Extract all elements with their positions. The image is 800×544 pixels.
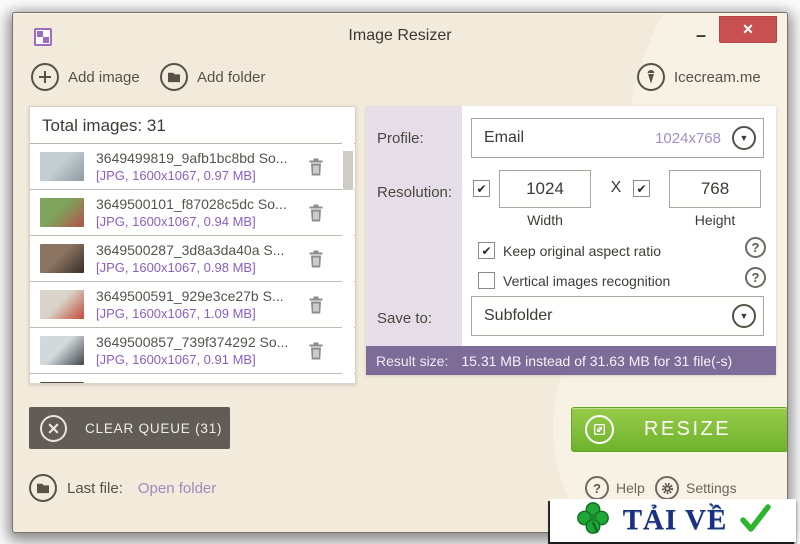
add-image-label: Add image (68, 68, 140, 86)
image-thumbnail (40, 198, 84, 227)
watermark-text: TẢI VỀ (622, 504, 728, 536)
image-thumbnail (40, 336, 84, 365)
clover-icon (575, 500, 611, 541)
profile-size: 1024x768 (655, 129, 721, 147)
plus-icon (31, 63, 59, 91)
result-size-bar: Result size: 15.31 MB instead of 31.63 M… (366, 346, 776, 375)
save-to-label: Save to: (377, 310, 433, 327)
height-input[interactable] (669, 170, 761, 208)
queue-scrollbar[interactable] (342, 140, 354, 382)
profile-label: Profile: (377, 130, 424, 147)
trash-icon[interactable] (307, 157, 325, 177)
width-label: Width (527, 212, 563, 228)
minimize-button[interactable]: – (694, 26, 708, 44)
queue-list-item: 3649500857_739f374292 So... [JPG, 1600x1… (30, 328, 355, 374)
result-size-label: Result size: (376, 352, 449, 369)
image-fileinfo: [JPG, 1600x1067, 0.94 MB] (96, 214, 256, 229)
image-text-block: 3649500591_929e3ce27b S... [JPG, 1600x10… (96, 288, 307, 321)
image-thumbnail (40, 382, 84, 383)
image-filename: 3649500591_929e3ce27b S... (96, 288, 284, 304)
queue-list-item: 3649499819_9afb1bc8bd So... [JPG, 1600x1… (30, 144, 355, 190)
last-file-row: Last file: Open folder (29, 474, 216, 502)
dimension-separator: X (610, 179, 622, 196)
total-images-header: Total images: 31 (42, 116, 166, 135)
add-folder-button[interactable]: Add folder (160, 61, 265, 93)
folder-icon (29, 474, 57, 502)
trash-icon[interactable] (307, 249, 325, 269)
gear-icon (655, 476, 679, 500)
width-enable-checkbox[interactable]: ✔ (473, 180, 490, 197)
image-queue-list: 3649499819_9afb1bc8bd So... [JPG, 1600x1… (30, 143, 355, 383)
help-label: Help (616, 480, 645, 496)
clear-queue-label: CLEAR QUEUE (31) (85, 420, 223, 436)
profile-dropdown[interactable]: Email 1024x768 ▼ (471, 118, 764, 158)
vertical-recognition-checkbox[interactable] (478, 272, 495, 289)
image-filename: 3649500287_3d8a3da40a S... (96, 242, 285, 258)
checkmark-icon (739, 504, 772, 537)
height-label: Height (694, 212, 736, 228)
queue-list-item: 3649500591_929e3ce27b S... [JPG, 1600x10… (30, 282, 355, 328)
settings-button[interactable]: Settings (655, 476, 737, 500)
image-fileinfo: [JPG, 1600x1067, 1.09 MB] (96, 306, 256, 321)
image-filename: 3649500857_739f374292 So... (96, 334, 289, 350)
last-file-label: Last file: (67, 479, 123, 497)
image-thumbnail (40, 152, 84, 181)
brand-label: Icecream.me (674, 68, 761, 86)
chevron-down-icon: ▼ (732, 126, 756, 150)
download-watermark[interactable]: TẢI VỀ (550, 499, 796, 542)
image-text-block: 3649500857_739f374292 So... [JPG, 1600x1… (96, 334, 307, 367)
queue-list-item: 3649500101_f87028c5dc So... [JPG, 1600x1… (30, 190, 355, 236)
profile-value: Email (484, 129, 525, 146)
resolution-label: Resolution: (377, 184, 453, 201)
folder-icon (160, 63, 188, 91)
add-image-button[interactable]: Add image (31, 61, 140, 93)
keep-aspect-checkbox[interactable]: ✔ (478, 242, 495, 259)
scrollbar-thumb[interactable] (343, 151, 353, 190)
chevron-down-icon: ▼ (732, 304, 756, 328)
resize-label: RESIZE (643, 418, 732, 440)
vertical-recognition-label: Vertical images recognition (503, 273, 671, 289)
image-fileinfo: [JPG, 1600x1067, 0.91 MB] (96, 352, 256, 367)
open-folder-link[interactable]: Open folder (138, 480, 216, 497)
image-filename: 3649500101_f87028c5dc So... (96, 196, 287, 212)
trash-icon[interactable] (307, 341, 325, 361)
close-button[interactable]: ✕ (719, 16, 777, 43)
window-title: Image Resizer (348, 27, 452, 44)
x-circle-icon (40, 414, 67, 442)
clear-queue-button[interactable]: CLEAR QUEUE (31) (29, 407, 230, 449)
resize-icon (585, 415, 614, 444)
image-queue-panel: Total images: 31 3649499819_9afb1bc8bd S… (29, 106, 356, 384)
height-enable-checkbox[interactable]: ✔ (633, 180, 650, 197)
trash-icon[interactable] (307, 203, 325, 223)
save-to-dropdown[interactable]: Subfolder ▼ (471, 296, 764, 336)
trash-icon[interactable] (307, 295, 325, 315)
settings-controls: Email 1024x768 ▼ ✔ X ✔ Width Height ✔ Ke… (462, 106, 776, 346)
help-question-icon[interactable]: ? (745, 237, 766, 258)
question-icon: ? (585, 476, 609, 500)
save-to-value: Subfolder (484, 307, 553, 324)
app-window: Image Resizer – ✕ Add image Add folder I… (12, 12, 788, 533)
image-thumbnail (40, 290, 84, 319)
keep-aspect-label: Keep original aspect ratio (503, 243, 661, 259)
image-text-block: 3649500287_3d8a3da40a S... [JPG, 1600x10… (96, 242, 307, 275)
settings-label: Settings (686, 480, 737, 496)
brand-link[interactable]: Icecream.me (637, 61, 761, 93)
image-fileinfo: [JPG, 1600x1067, 0.98 MB] (96, 260, 256, 275)
resize-settings-panel: Profile: Resolution: Save to: Email 1024… (366, 106, 776, 375)
image-text-block: 3649500101_f87028c5dc So... [JPG, 1600x1… (96, 196, 307, 229)
queue-list-item: 3649500287_3d8a3da40a S... [JPG, 1600x10… (30, 236, 355, 282)
image-filename: 3649499819_9afb1bc8bd So... (96, 150, 288, 166)
help-question-icon[interactable]: ? (745, 267, 766, 288)
image-text-block: 3649499819_9afb1bc8bd So... [JPG, 1600x1… (96, 150, 307, 183)
image-thumbnail (40, 244, 84, 273)
image-fileinfo: [JPG, 1600x1067, 0.97 MB] (96, 168, 256, 183)
queue-list-item: 3649500945_f4e549b385 So... (30, 374, 355, 383)
icecream-icon (637, 63, 665, 91)
width-input[interactable] (499, 170, 591, 208)
help-button[interactable]: ? Help (585, 476, 645, 500)
add-folder-label: Add folder (197, 68, 266, 86)
result-size-value: 15.31 MB instead of 31.63 MB for 31 file… (461, 352, 733, 369)
resize-button[interactable]: RESIZE (571, 407, 787, 452)
